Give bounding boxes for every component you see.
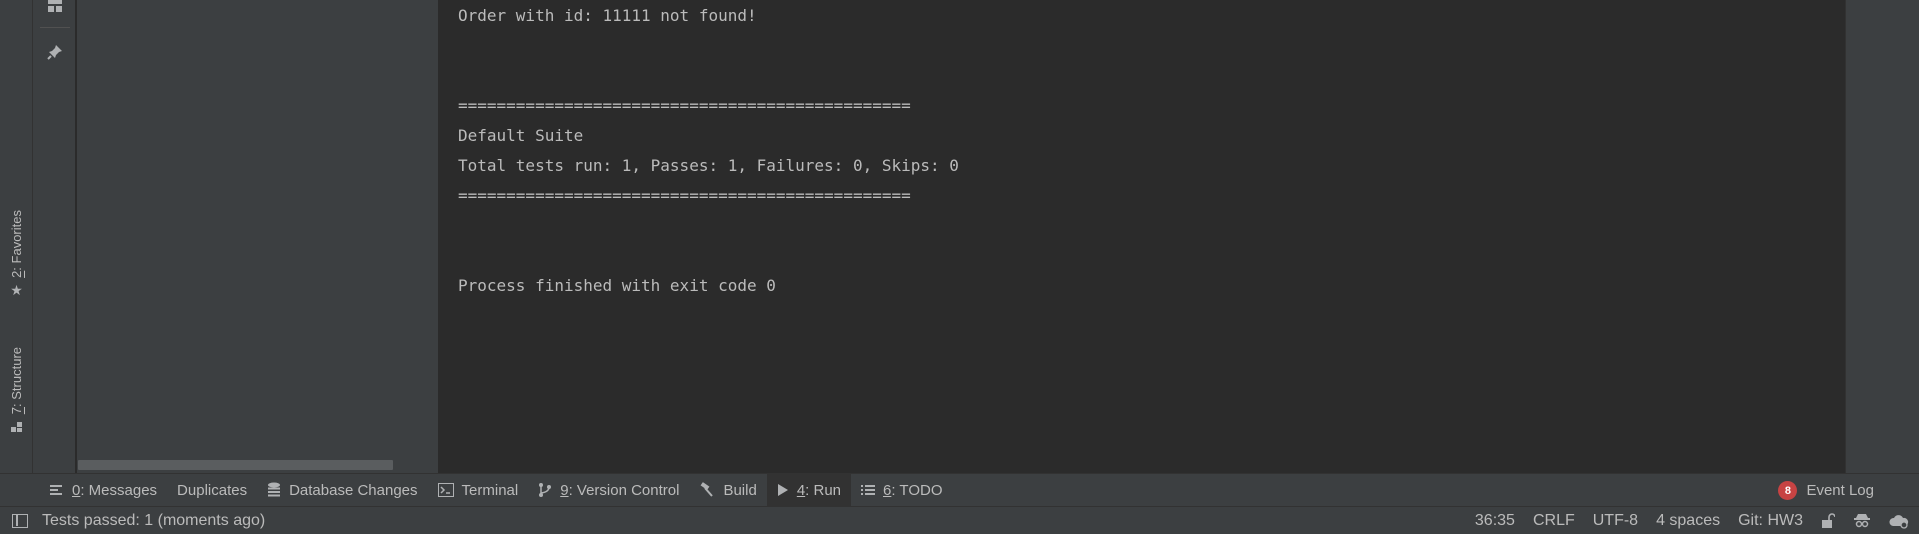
run-console[interactable]: Order with id: 11111 not found! ========… bbox=[440, 0, 1845, 473]
tab-todo[interactable]: 6: TODO bbox=[851, 474, 952, 507]
tab-messages-number: 0 bbox=[72, 481, 81, 499]
tab-version-control[interactable]: 9: Version Control bbox=[528, 474, 689, 507]
tab-messages[interactable]: 0: Messages bbox=[40, 474, 167, 507]
database-icon bbox=[267, 482, 281, 498]
run-icon bbox=[777, 483, 789, 497]
status-bar: Tests passed: 1 (moments ago) 36:35 CRLF… bbox=[0, 506, 1919, 534]
horizontal-scrollbar[interactable] bbox=[78, 460, 393, 470]
project-panel bbox=[77, 0, 439, 473]
favorites-tab[interactable]: ★ 2: Favorites bbox=[0, 210, 33, 304]
event-log-tab[interactable]: 8 Event Log bbox=[1778, 474, 1874, 507]
toolbar-separator bbox=[40, 27, 70, 28]
inspector-icon[interactable] bbox=[1853, 513, 1871, 529]
tab-todo-number: 6 bbox=[883, 481, 892, 499]
favorites-tab-label: : Favorites bbox=[9, 210, 24, 271]
structure-tab-label: : Structure bbox=[9, 347, 24, 407]
unlock-icon[interactable] bbox=[1821, 513, 1835, 529]
console-line: Total tests run: 1, Passes: 1, Failures:… bbox=[458, 156, 959, 175]
indent-setting[interactable]: 4 spaces bbox=[1656, 512, 1720, 530]
tab-todo-label: : TODO bbox=[891, 481, 943, 499]
hammer-icon bbox=[699, 482, 715, 498]
todo-icon bbox=[861, 484, 876, 496]
file-encoding[interactable]: UTF-8 bbox=[1593, 512, 1638, 530]
memory-indicator-icon[interactable] bbox=[1889, 513, 1909, 529]
console-line: Order with id: 11111 not found! bbox=[458, 6, 757, 25]
event-log-label: Event Log bbox=[1806, 482, 1874, 499]
console-line: ========================================… bbox=[458, 186, 911, 205]
right-tool-strip bbox=[1845, 0, 1919, 473]
messages-icon bbox=[50, 484, 64, 496]
tab-run-label: : Run bbox=[805, 481, 842, 499]
tab-build[interactable]: Build bbox=[689, 474, 766, 507]
structure-tab-number: 7 bbox=[9, 406, 24, 415]
version-control-icon bbox=[538, 482, 552, 498]
tab-terminal[interactable]: Terminal bbox=[428, 474, 529, 507]
structure-tab[interactable]: 7: Structure bbox=[0, 347, 33, 443]
caret-position[interactable]: 36:35 bbox=[1475, 512, 1515, 530]
project-toolbar bbox=[33, 0, 76, 473]
tab-version-control-number: 9 bbox=[560, 481, 569, 499]
layout-icon[interactable] bbox=[44, 0, 66, 16]
console-line: Process finished with exit code 0 bbox=[458, 276, 776, 295]
star-icon: ★ bbox=[10, 282, 23, 299]
tab-duplicates[interactable]: Duplicates bbox=[167, 474, 257, 507]
line-separator[interactable]: CRLF bbox=[1533, 512, 1575, 530]
event-log-badge: 8 bbox=[1778, 481, 1798, 500]
status-bar-widgets: 36:35 CRLF UTF-8 4 spaces Git: HW3 bbox=[1457, 507, 1909, 534]
left-tool-strip: ★ 2: Favorites 7: Structure bbox=[0, 0, 33, 473]
status-message[interactable]: Tests passed: 1 (moments ago) bbox=[42, 512, 265, 530]
tab-run[interactable]: 4: Run bbox=[766, 473, 852, 507]
tab-terminal-label: Terminal bbox=[461, 481, 519, 499]
tab-build-label: Build bbox=[723, 481, 757, 499]
toggle-tool-windows-icon[interactable] bbox=[12, 513, 28, 528]
git-branch[interactable]: Git: HW3 bbox=[1738, 512, 1803, 530]
pin-icon[interactable] bbox=[44, 41, 66, 63]
structure-icon bbox=[10, 420, 24, 437]
console-line: Default Suite bbox=[458, 126, 584, 145]
tab-run-number: 4 bbox=[796, 481, 806, 499]
terminal-icon bbox=[437, 483, 454, 497]
tool-window-tabs: 0: Messages Duplicates Database Changes … bbox=[0, 473, 1919, 507]
tab-version-control-label: : Version Control bbox=[568, 481, 680, 499]
tab-database-changes-label: Database Changes bbox=[289, 481, 418, 499]
favorites-tab-number: 2 bbox=[9, 270, 24, 278]
tab-duplicates-label: Duplicates bbox=[177, 481, 248, 499]
tab-messages-label: : Messages bbox=[80, 481, 158, 499]
console-line: ========================================… bbox=[458, 96, 911, 115]
tab-database-changes[interactable]: Database Changes bbox=[257, 474, 427, 507]
